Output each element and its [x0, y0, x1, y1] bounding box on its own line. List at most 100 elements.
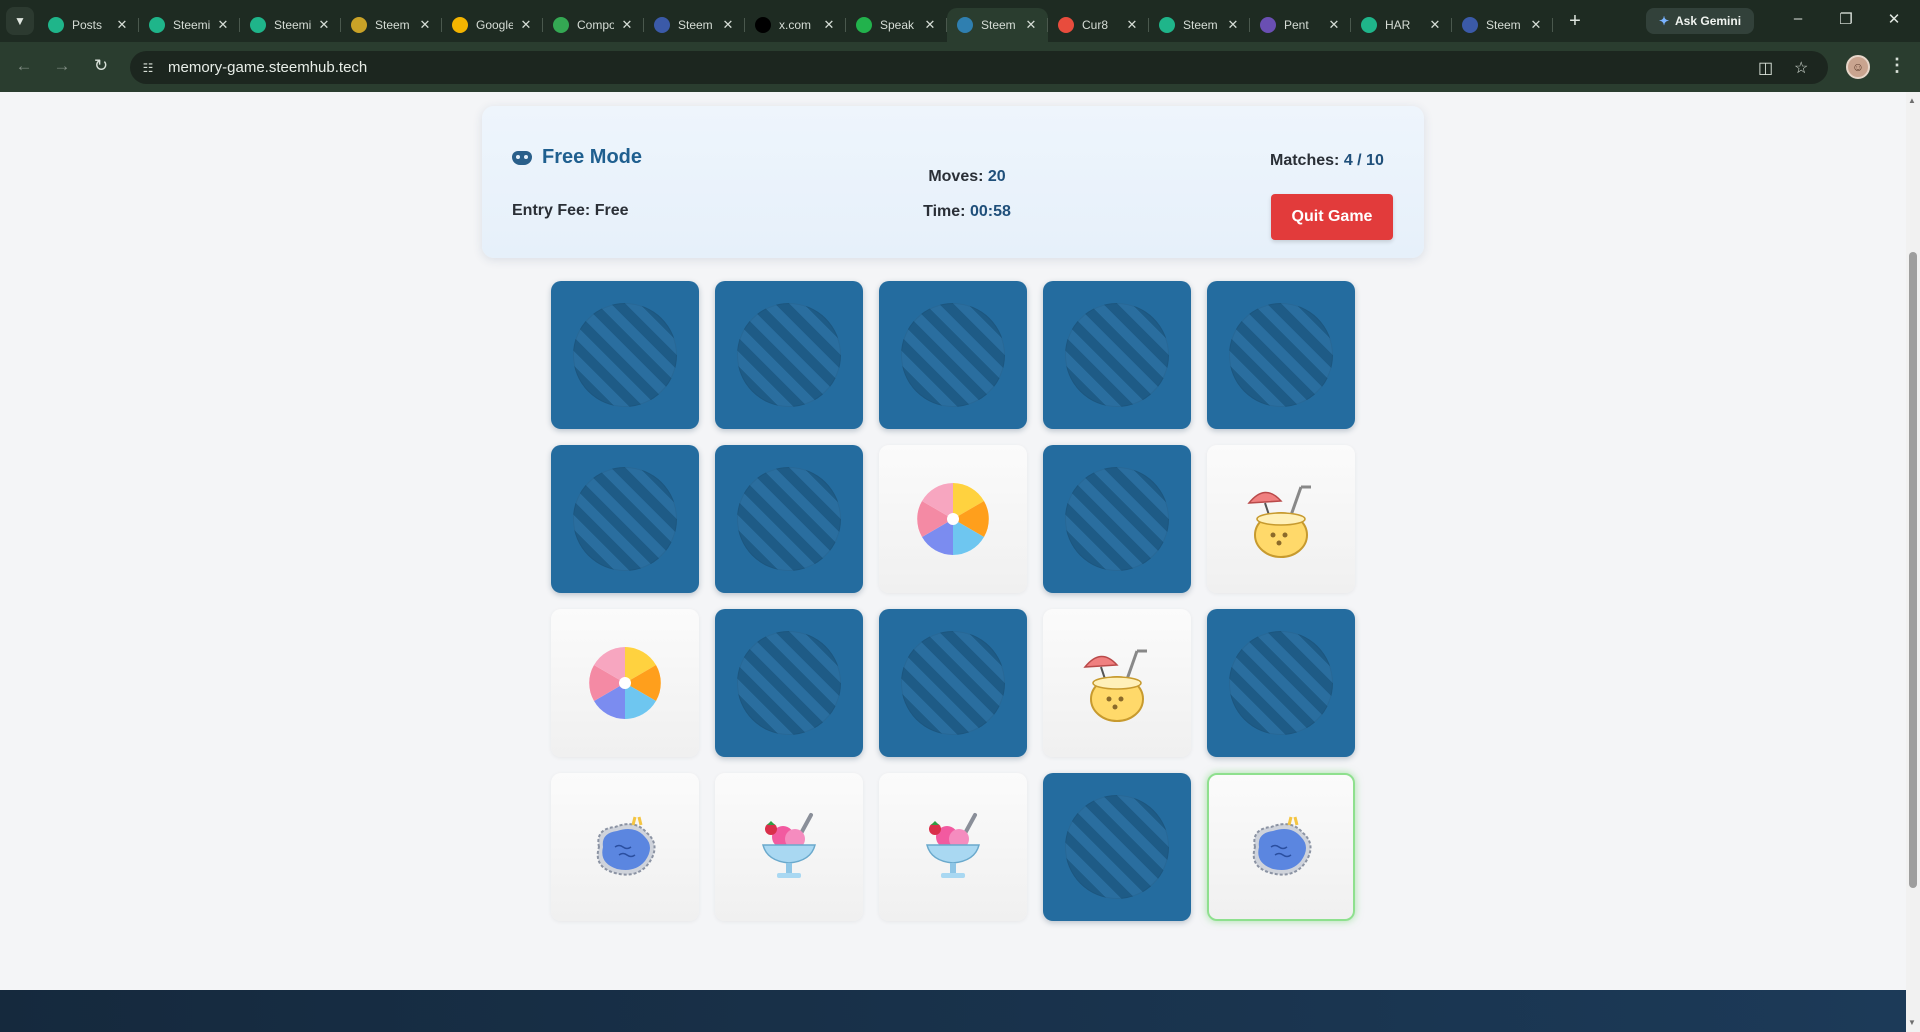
browser-tab[interactable]: Steemit ✕ — [139, 8, 240, 42]
page-scrollbar[interactable]: ▲ ▼ — [1906, 92, 1920, 1032]
tab-close-icon[interactable]: ✕ — [1529, 17, 1543, 33]
browser-tab[interactable]: Steem ✕ — [341, 8, 442, 42]
memory-card-hidden[interactable] — [1207, 281, 1355, 429]
ask-gemini-button[interactable]: ✦ Ask Gemini — [1646, 8, 1754, 34]
tab-favicon-icon — [1159, 17, 1175, 33]
browser-tab[interactable]: Steemit ✕ — [240, 8, 341, 42]
memory-card-revealed[interactable] — [879, 773, 1027, 921]
memory-card-hidden[interactable] — [1043, 281, 1191, 429]
memory-card-hidden[interactable] — [715, 445, 863, 593]
card-back-pattern — [1229, 303, 1333, 407]
tab-close-icon[interactable]: ✕ — [721, 17, 735, 33]
scroll-down-arrow-icon[interactable]: ▼ — [1908, 1018, 1916, 1027]
profile-avatar[interactable]: ☺ — [1846, 55, 1870, 79]
tab-close-icon[interactable]: ✕ — [923, 17, 937, 33]
moves-label: Moves: — [928, 168, 984, 185]
tab-close-icon[interactable]: ✕ — [620, 17, 634, 33]
install-app-icon[interactable]: ◫ — [1758, 58, 1773, 78]
scrollbar-thumb[interactable] — [1909, 252, 1917, 888]
tab-close-icon[interactable]: ✕ — [1226, 17, 1240, 33]
ice-cream-sundae-icon — [926, 813, 980, 878]
memory-card-hidden[interactable] — [1043, 773, 1191, 921]
memory-card-revealed[interactable] — [1043, 609, 1191, 757]
browser-tab[interactable]: Cur8 ✕ — [1048, 8, 1149, 42]
tab-title: Steem — [981, 18, 1016, 32]
timer: Time: 00:58 — [902, 203, 1032, 221]
browser-menu-button[interactable]: ⋮ — [1888, 55, 1906, 76]
browser-tab[interactable]: Steem ✕ — [947, 8, 1048, 42]
tab-favicon-icon — [654, 17, 670, 33]
browser-tab[interactable]: Pent ✕ — [1250, 8, 1351, 42]
browser-tab[interactable]: HAR ✕ — [1351, 8, 1452, 42]
browser-tab-bar: ▼ Posts ✕ Steemit ✕ Steemit ✕ Steem ✕ Google ✕ Com… — [0, 0, 1920, 42]
reload-button[interactable]: ↻ — [91, 56, 111, 76]
tab-close-icon[interactable]: ✕ — [418, 17, 432, 33]
browser-tab[interactable]: Steem ✕ — [1452, 8, 1553, 42]
memory-card-hidden[interactable] — [1043, 445, 1191, 593]
tab-close-icon[interactable]: ✕ — [216, 17, 230, 33]
browser-tab[interactable]: Posts ✕ — [38, 8, 139, 42]
browser-tab[interactable]: x.com ✕ — [745, 8, 846, 42]
card-back-pattern — [1065, 303, 1169, 407]
time-label: Time: — [923, 203, 966, 220]
browser-tab[interactable]: Steem ✕ — [1149, 8, 1250, 42]
url-text[interactable]: memory-game.steemhub.tech — [168, 59, 367, 76]
tab-close-icon[interactable]: ✕ — [519, 17, 533, 33]
tab-title: Compose — [577, 18, 614, 32]
site-info-button[interactable]: ☷ — [136, 56, 160, 80]
memory-card-revealed[interactable] — [551, 609, 699, 757]
beach-ball-icon — [917, 483, 989, 555]
memory-card-hidden[interactable] — [551, 281, 699, 429]
browser-tab[interactable]: Google ✕ — [442, 8, 543, 42]
memory-card-hidden[interactable] — [879, 609, 1027, 757]
scroll-up-arrow-icon[interactable]: ▲ — [1908, 96, 1916, 105]
back-button[interactable]: ← — [14, 56, 34, 76]
memory-card-hidden[interactable] — [551, 445, 699, 593]
card-back-pattern — [573, 467, 677, 571]
memory-card-hidden[interactable] — [1207, 609, 1355, 757]
forward-button[interactable]: → — [52, 56, 72, 76]
tab-close-icon[interactable]: ✕ — [1125, 17, 1139, 33]
tab-close-icon[interactable]: ✕ — [317, 17, 331, 33]
card-back-pattern — [737, 467, 841, 571]
bookmark-star-icon[interactable]: ☆ — [1794, 58, 1808, 78]
tab-title: Posts — [72, 18, 103, 32]
memory-card-revealed[interactable] — [1207, 445, 1355, 593]
memory-card-revealed[interactable] — [715, 773, 863, 921]
browser-tab[interactable]: Speak ✕ — [846, 8, 947, 42]
tab-close-icon[interactable]: ✕ — [115, 17, 129, 33]
gemini-sparkle-icon: ✦ — [1658, 14, 1670, 28]
browser-tab[interactable]: Steem ✕ — [644, 8, 745, 42]
tab-title: HAR — [1385, 18, 1411, 32]
tab-close-icon[interactable]: ✕ — [1024, 17, 1038, 33]
memory-card-revealed[interactable] — [551, 773, 699, 921]
tab-favicon-icon — [1361, 17, 1377, 33]
card-back-pattern — [1065, 795, 1169, 899]
mode-label: Free Mode — [542, 146, 643, 168]
tab-close-icon[interactable]: ✕ — [1428, 17, 1442, 33]
restore-window-button[interactable]: ❐ — [1836, 10, 1856, 28]
card-back-pattern — [1229, 631, 1333, 735]
address-bar[interactable]: ☷ memory-game.steemhub.tech ◫ ☆ — [130, 51, 1828, 84]
arrow-right-icon: → — [53, 56, 71, 75]
quit-game-button[interactable]: Quit Game — [1271, 194, 1393, 240]
memory-card-hidden[interactable] — [715, 281, 863, 429]
minimize-window-button[interactable]: – — [1788, 10, 1808, 27]
tab-title: Steem — [375, 18, 410, 32]
memory-card-revealed[interactable] — [1207, 773, 1355, 921]
tab-close-icon[interactable]: ✕ — [1327, 17, 1341, 33]
memory-card-hidden[interactable] — [715, 609, 863, 757]
browser-tab[interactable]: Compose ✕ — [543, 8, 644, 42]
page-footer — [0, 990, 1906, 1032]
matches-value: 4 / 10 — [1343, 152, 1384, 169]
arrow-left-icon: ← — [15, 56, 33, 75]
new-tab-button[interactable]: + — [1563, 10, 1587, 33]
memory-card-hidden[interactable] — [879, 281, 1027, 429]
close-window-button[interactable]: ✕ — [1884, 10, 1904, 28]
tab-title: Steem — [678, 18, 713, 32]
tab-favicon-icon — [1260, 17, 1276, 33]
tab-search-button[interactable]: ▼ — [6, 7, 34, 35]
tab-close-icon[interactable]: ✕ — [822, 17, 836, 33]
pool-icon — [1252, 816, 1312, 876]
memory-card-revealed[interactable] — [879, 445, 1027, 593]
